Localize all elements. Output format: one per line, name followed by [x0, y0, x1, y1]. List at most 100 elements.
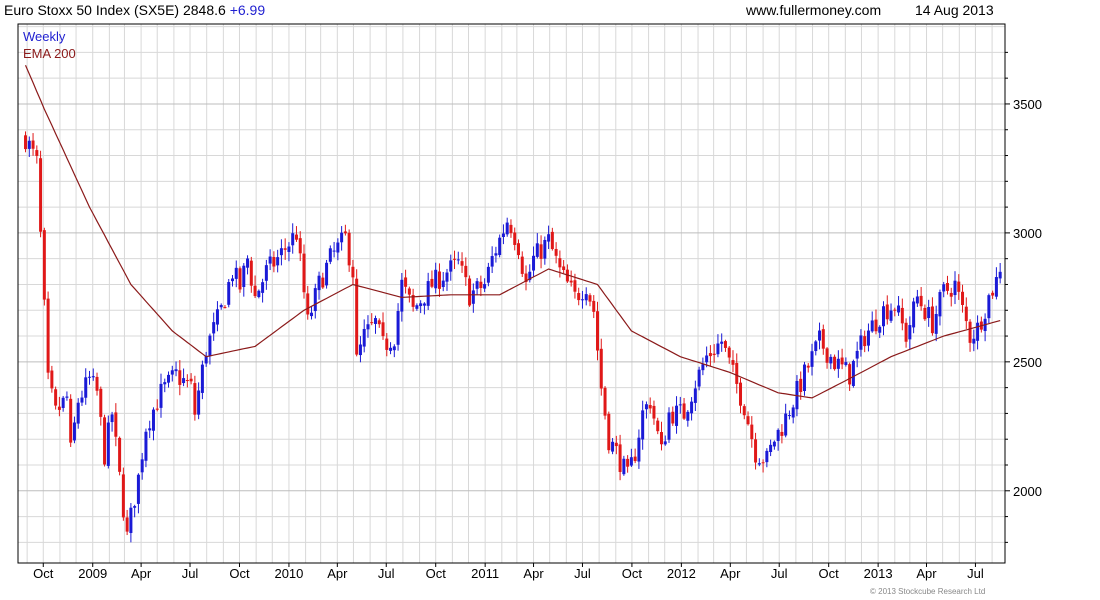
candle-down [381, 312, 385, 340]
x-tick-label: 2010 [274, 566, 303, 581]
candle-up [915, 289, 919, 307]
candle-down [754, 432, 758, 470]
candle-up [215, 301, 219, 332]
candle-up [208, 333, 212, 365]
candle-body [866, 330, 870, 346]
candle-body [949, 292, 953, 297]
x-tick-label: 2009 [78, 566, 107, 581]
candle-body [72, 422, 76, 441]
candle-up [994, 267, 998, 300]
candle-down [712, 344, 716, 363]
candle-body [189, 378, 193, 382]
candle-body [520, 256, 524, 274]
candle-up [227, 279, 231, 308]
candle-up [836, 350, 840, 378]
candle-body [739, 382, 743, 406]
candle-body [268, 256, 272, 264]
candle-body [276, 257, 280, 266]
candle-body [675, 405, 679, 426]
candle-up [675, 396, 679, 434]
candle-body [934, 313, 938, 334]
candle-up [144, 428, 148, 468]
candle-body [727, 347, 731, 358]
candle-body [641, 410, 645, 440]
candle-body [976, 322, 980, 341]
candle-down [411, 288, 415, 312]
candle-down [739, 378, 743, 414]
candle-up [663, 435, 667, 446]
candle-body [343, 231, 347, 234]
candle-body [215, 309, 219, 325]
candle-body [825, 348, 829, 363]
x-tick-label: Apr [523, 566, 544, 581]
candle-body [908, 325, 912, 340]
candle-body [178, 370, 182, 385]
candle-body [479, 281, 483, 288]
candle-body [516, 243, 520, 256]
candle-up [129, 503, 133, 543]
candle-down [283, 238, 287, 260]
candle-up [938, 289, 942, 326]
candle-up [110, 411, 114, 432]
candle-body [396, 311, 400, 345]
candle-body [426, 281, 430, 306]
candle-down [840, 348, 844, 370]
candle-body [325, 262, 329, 286]
candle-body [227, 282, 231, 305]
candle-body [757, 463, 761, 465]
candle-body [279, 248, 283, 256]
candle-body [705, 355, 709, 363]
candle-body [769, 444, 773, 453]
grid-lines [18, 24, 1005, 563]
candle-body [54, 389, 58, 406]
candle-body [129, 507, 133, 533]
candle-body [121, 474, 125, 518]
candle-body [596, 311, 600, 351]
candle-body [238, 268, 242, 290]
candle-body [833, 356, 837, 370]
candle-body [366, 324, 370, 330]
candle-up [851, 359, 855, 388]
candle-body [419, 303, 423, 307]
candle-down [577, 287, 581, 306]
candle-up [136, 473, 140, 514]
candle-body [234, 267, 238, 279]
candle-up [366, 315, 370, 338]
candle-body [942, 284, 946, 292]
candle-body [264, 265, 268, 281]
candle-body [373, 318, 377, 324]
candle-body [584, 294, 588, 301]
y-tick-label: 2000 [1013, 484, 1042, 499]
candle-body [347, 232, 351, 266]
candle-up [693, 380, 697, 411]
candle-down [524, 265, 528, 291]
candles [24, 131, 1002, 543]
candle-up [76, 398, 80, 429]
candle-down [39, 150, 43, 238]
candle-down [923, 304, 927, 321]
candle-body [633, 456, 637, 462]
candle-down [957, 274, 961, 300]
candle-down [893, 307, 897, 317]
candle-down [31, 133, 35, 156]
candle-body [626, 458, 630, 467]
candle-down [468, 275, 472, 307]
candle-body [294, 234, 298, 240]
candle-down [513, 227, 517, 251]
candle-body [76, 402, 80, 424]
candle-body [859, 335, 863, 350]
candle-body [991, 292, 995, 296]
candle-body [407, 288, 411, 295]
candle-up [328, 245, 332, 265]
candle-body [961, 291, 965, 306]
candle-up [622, 455, 626, 476]
candle-up [701, 357, 705, 376]
candle-up [927, 299, 931, 327]
candle-up [148, 420, 152, 439]
candle-body [731, 360, 735, 365]
candle-body [392, 346, 396, 351]
candle-body [701, 364, 705, 371]
candle-up [373, 315, 377, 334]
candle-down [35, 145, 39, 164]
candle-down [550, 227, 554, 251]
